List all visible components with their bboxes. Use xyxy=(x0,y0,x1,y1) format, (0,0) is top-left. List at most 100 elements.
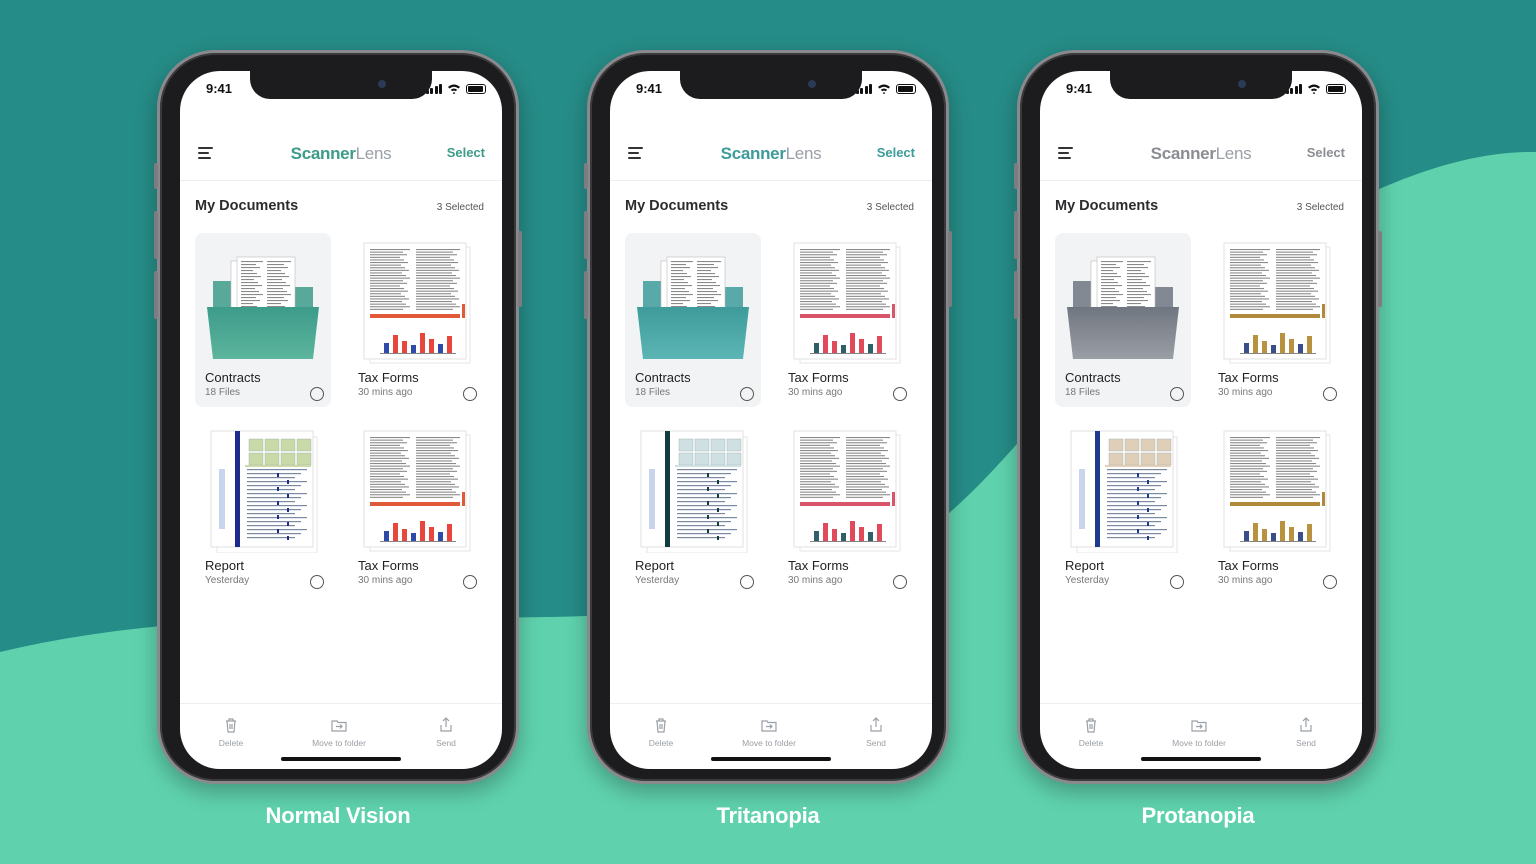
share-icon xyxy=(1300,717,1312,732)
tab-trash[interactable]: Delete xyxy=(1051,716,1131,748)
document-subtitle: 30 mins ago xyxy=(358,575,413,586)
document-card[interactable]: Tax Forms 30 mins ago xyxy=(778,233,914,407)
tab-label: Delete xyxy=(218,738,244,748)
folder-thumbnail xyxy=(1067,256,1179,359)
select-radio[interactable] xyxy=(310,387,324,401)
tab-label: Send xyxy=(1296,738,1316,748)
document-subtitle: 18 Files xyxy=(205,387,241,398)
wifi-icon xyxy=(1308,84,1320,94)
phone-side-button xyxy=(948,231,952,307)
document-card[interactable]: Contracts 18 Files xyxy=(625,233,761,407)
document-title: Report xyxy=(1065,558,1105,573)
phone-frame: 9:41 ScannerLens Select My Documents 3 S… xyxy=(154,50,522,784)
select-radio[interactable] xyxy=(1323,575,1337,589)
status-time: 9:41 xyxy=(636,81,663,96)
status-icons xyxy=(425,83,486,94)
document-title: Tax Forms xyxy=(1218,370,1279,385)
phone-screen: 9:41 ScannerLens Select My Documents 3 S… xyxy=(1040,71,1362,769)
document-card[interactable]: Tax Forms 30 mins ago xyxy=(1208,233,1344,407)
tab-folder-move[interactable]: Move to folder xyxy=(729,716,809,748)
document-subtitle: Yesterday xyxy=(635,575,680,586)
status-time: 9:41 xyxy=(206,81,233,96)
phone-mockup: 9:41 ScannerLens Select My Documents 3 S… xyxy=(584,50,952,828)
select-radio[interactable] xyxy=(463,575,477,589)
tab-folder-move[interactable]: Move to folder xyxy=(1159,716,1239,748)
document-title: Report xyxy=(635,558,675,573)
folder-front-shape xyxy=(207,307,319,359)
selected-count: 3 Selected xyxy=(436,202,484,213)
logo-scanner: Scanner xyxy=(1150,144,1216,163)
report-thumbnail xyxy=(640,430,748,553)
phone-side-button xyxy=(154,271,158,319)
phone-mockup: 9:41 ScannerLens Select My Documents 3 S… xyxy=(154,50,522,828)
camera-dot xyxy=(378,80,386,88)
document-card[interactable]: Tax Forms 30 mins ago xyxy=(778,421,914,595)
report-thumbnail xyxy=(1070,430,1178,553)
document-card[interactable]: Report Yesterday xyxy=(625,421,761,595)
document-title: Tax Forms xyxy=(358,558,419,573)
folder-front-shape xyxy=(1067,307,1179,359)
select-radio[interactable] xyxy=(893,387,907,401)
select-radio[interactable] xyxy=(310,575,324,589)
document-title: Tax Forms xyxy=(1218,558,1279,573)
phone-side-button xyxy=(1014,271,1018,319)
home-indicator[interactable] xyxy=(281,757,401,761)
document-card[interactable]: Tax Forms 30 mins ago xyxy=(348,421,484,595)
select-radio[interactable] xyxy=(1170,575,1184,589)
tab-label: Move to folder xyxy=(312,738,366,748)
select-button[interactable]: Select xyxy=(1307,145,1345,160)
tab-label: Move to folder xyxy=(1172,738,1226,748)
document-title: Tax Forms xyxy=(788,370,849,385)
tab-share[interactable]: Send xyxy=(836,716,916,748)
phone-screen: 9:41 ScannerLens Select My Documents 3 S… xyxy=(180,71,502,769)
tab-label: Delete xyxy=(1078,738,1104,748)
select-radio[interactable] xyxy=(893,575,907,589)
phone-caption: Normal Vision xyxy=(265,803,411,828)
selected-count: 3 Selected xyxy=(866,202,914,213)
home-indicator[interactable] xyxy=(1141,757,1261,761)
document-card[interactable]: Contracts 18 Files xyxy=(195,233,331,407)
document-card[interactable]: Contracts 18 Files xyxy=(1055,233,1191,407)
document-card[interactable]: Report Yesterday xyxy=(195,421,331,595)
tax-form-thumbnail xyxy=(793,242,901,364)
tab-share[interactable]: Send xyxy=(406,716,486,748)
select-radio[interactable] xyxy=(740,575,754,589)
tab-trash[interactable]: Delete xyxy=(191,716,271,748)
tab-label: Move to folder xyxy=(742,738,796,748)
tab-share[interactable]: Send xyxy=(1266,716,1346,748)
document-card[interactable]: Tax Forms 30 mins ago xyxy=(1208,421,1344,595)
logo-lens: Lens xyxy=(355,144,392,163)
select-radio[interactable] xyxy=(1323,387,1337,401)
tab-folder-move[interactable]: Move to folder xyxy=(299,716,379,748)
phone-frame: 9:41 ScannerLens Select My Documents 3 S… xyxy=(1014,50,1382,784)
phone-caption: Protanopia xyxy=(1141,803,1255,828)
select-radio[interactable] xyxy=(463,387,477,401)
document-title: Contracts xyxy=(205,370,261,385)
document-subtitle: 30 mins ago xyxy=(1218,387,1273,398)
logo-scanner: Scanner xyxy=(720,144,786,163)
phone-notch xyxy=(250,71,432,99)
tax-form-thumbnail xyxy=(1223,430,1331,552)
phone-notch xyxy=(680,71,862,99)
phone-side-button xyxy=(154,163,158,189)
phone-caption: Tritanopia xyxy=(716,803,820,828)
home-indicator[interactable] xyxy=(711,757,831,761)
tab-trash[interactable]: Delete xyxy=(621,716,701,748)
document-subtitle: 30 mins ago xyxy=(788,575,843,586)
document-subtitle: Yesterday xyxy=(205,575,250,586)
select-button[interactable]: Select xyxy=(447,145,485,160)
document-title: Contracts xyxy=(635,370,691,385)
wifi-icon xyxy=(448,84,460,94)
share-icon xyxy=(870,717,882,732)
trash-icon xyxy=(656,718,666,733)
select-button[interactable]: Select xyxy=(877,145,915,160)
select-radio[interactable] xyxy=(1170,387,1184,401)
logo-lens: Lens xyxy=(785,144,822,163)
document-card[interactable]: Tax Forms 30 mins ago xyxy=(348,233,484,407)
select-radio[interactable] xyxy=(740,387,754,401)
document-title: Tax Forms xyxy=(358,370,419,385)
phone-side-button xyxy=(1378,231,1382,307)
battery-icon xyxy=(466,84,486,94)
document-card[interactable]: Report Yesterday xyxy=(1055,421,1191,595)
document-title: Contracts xyxy=(1065,370,1121,385)
